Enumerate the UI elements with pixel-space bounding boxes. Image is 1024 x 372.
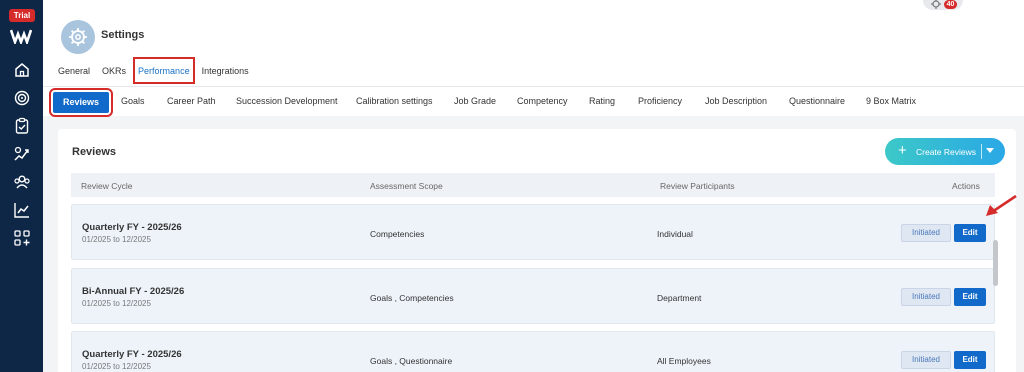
notification-count-badge: 40 [944, 0, 957, 9]
apps-add-icon[interactable] [13, 229, 31, 247]
trial-badge: Trial [9, 9, 35, 22]
notification-button[interactable] [923, 0, 963, 10]
subtab-competency[interactable]: Competency [517, 96, 568, 106]
review-cycle-name: Quarterly FY - 2025/26 [82, 349, 182, 360]
edit-button[interactable]: Edit [954, 288, 986, 306]
assessment-scope: Competencies [370, 229, 425, 239]
column-review-participants: Review Participants [660, 181, 735, 191]
status-badge: Initiated [901, 224, 951, 242]
assessment-scope: Goals , Questionnaire [370, 356, 453, 366]
subtab-job-description[interactable]: Job Description [705, 96, 767, 106]
review-participants: All Employees [657, 356, 711, 366]
button-divider [981, 144, 982, 159]
review-cycle-name: Bi-Annual FY - 2025/26 [82, 286, 185, 297]
settings-avatar [61, 20, 95, 54]
column-review-cycle: Review Cycle [81, 181, 133, 191]
review-cycle-dates: 01/2025 to 12/2025 [82, 235, 151, 244]
review-cycle-dates: 01/2025 to 12/2025 [82, 362, 151, 371]
reviews-title: Reviews [72, 146, 117, 158]
review-participants: Department [657, 293, 702, 303]
subtab-succession-development[interactable]: Succession Development [236, 96, 338, 106]
sidebar: Trial [0, 0, 43, 372]
tab-okrs[interactable]: OKRs [102, 66, 126, 76]
review-participants: Individual [657, 229, 693, 239]
review-cycle-dates: 01/2025 to 12/2025 [82, 299, 151, 308]
app: Trial Settings 40 General OKRs Performan… [0, 0, 1024, 372]
reviews-card: Reviews + Create Reviews Review Cycle As… [58, 129, 1016, 372]
status-badge: Initiated [901, 288, 951, 306]
create-reviews-label: Create Reviews [916, 147, 976, 157]
gear-icon [931, 0, 941, 9]
home-icon[interactable] [13, 61, 31, 79]
subtab-calibration-settings[interactable]: Calibration settings [356, 96, 433, 106]
page-title: Settings [101, 29, 145, 41]
trend-icon[interactable] [13, 201, 31, 219]
table-row: Quarterly FY - 2025/26 01/2025 to 12/202… [71, 204, 995, 260]
subtab-proficiency[interactable]: Proficiency [638, 96, 682, 106]
table-row: Bi-Annual FY - 2025/26 01/2025 to 12/202… [71, 268, 995, 324]
table-row: Quarterly FY - 2025/26 01/2025 to 12/202… [71, 331, 995, 372]
logo-icon[interactable] [10, 28, 32, 44]
edit-button[interactable]: Edit [954, 224, 986, 242]
settings-tabs: General OKRs Performance Integrations [58, 57, 261, 84]
edit-button[interactable]: Edit [954, 351, 986, 369]
gear-icon [69, 28, 87, 46]
create-reviews-button[interactable]: + Create Reviews [885, 138, 1005, 165]
subtab-career-path[interactable]: Career Path [167, 96, 216, 106]
subtab-questionnaire[interactable]: Questionnaire [789, 96, 845, 106]
review-cycle-name: Quarterly FY - 2025/26 [82, 222, 182, 233]
subtab-9-box-matrix[interactable]: 9 Box Matrix [866, 96, 916, 106]
page-header: Settings 40 General OKRs Performance Int… [43, 0, 1024, 86]
column-actions: Actions [952, 181, 980, 191]
assessment-scope: Goals , Competencies [370, 293, 454, 303]
chart-pen-icon[interactable] [13, 145, 31, 163]
table-header: Review Cycle Assessment Scope Review Par… [71, 173, 995, 197]
subtab-job-grade[interactable]: Job Grade [454, 96, 496, 106]
tab-general[interactable]: General [58, 66, 90, 76]
scrollbar[interactable] [993, 240, 998, 286]
tab-performance[interactable]: Performance [133, 57, 195, 84]
status-badge: Initiated [901, 351, 951, 369]
target-icon[interactable] [13, 89, 31, 107]
subtab-goals[interactable]: Goals [121, 96, 145, 106]
tab-integrations[interactable]: Integrations [202, 66, 249, 76]
clipboard-check-icon[interactable] [13, 117, 31, 135]
subtab-reviews[interactable]: Reviews [48, 88, 114, 117]
red-arrow-icon [986, 194, 1017, 216]
chevron-down-icon[interactable] [986, 148, 994, 153]
subtab-rating[interactable]: Rating [589, 96, 615, 106]
plus-icon: + [898, 142, 907, 159]
column-assessment-scope: Assessment Scope [370, 181, 443, 191]
users-icon[interactable] [13, 173, 31, 191]
performance-subtabs: Reviews Goals Career Path Succession Dev… [43, 86, 1024, 117]
